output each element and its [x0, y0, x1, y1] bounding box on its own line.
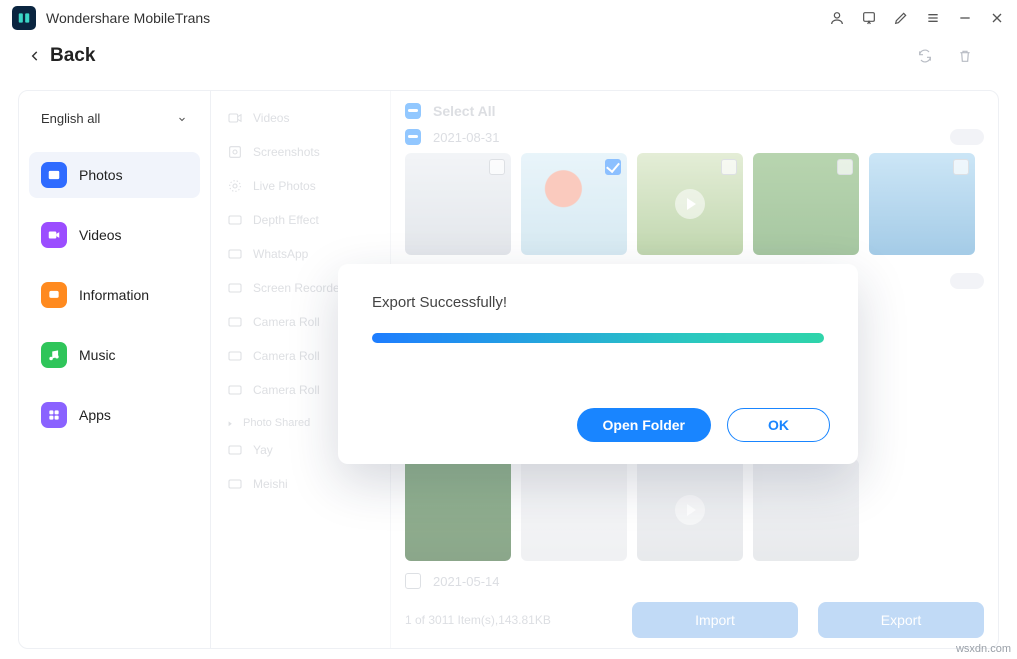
titlebar: Wondershare MobileTrans — [0, 0, 1017, 36]
play-icon — [675, 495, 705, 525]
chevron-down-icon — [176, 113, 188, 125]
photo-thumb[interactable] — [405, 153, 511, 255]
videos-icon — [41, 222, 67, 248]
app-title: Wondershare MobileTrans — [46, 10, 210, 26]
close-icon[interactable] — [989, 10, 1005, 26]
nav-apps[interactable]: Apps — [29, 392, 200, 438]
ok-button[interactable]: OK — [727, 408, 830, 442]
thumb-checkbox[interactable] — [605, 159, 621, 175]
back-chevron-icon[interactable] — [28, 49, 42, 63]
thumb-checkbox[interactable] — [721, 159, 737, 175]
open-folder-button[interactable]: Open Folder — [577, 408, 711, 442]
album-icon — [227, 476, 243, 492]
cat-meishi[interactable]: Meishi — [217, 467, 384, 501]
thumb-checkbox[interactable] — [489, 159, 505, 175]
photo-thumb[interactable] — [753, 459, 859, 561]
nav-label: Music — [79, 347, 116, 363]
count-pill — [950, 129, 984, 145]
photo-thumb[interactable] — [753, 153, 859, 255]
thumb-checkbox[interactable] — [837, 159, 853, 175]
screenrec-icon — [227, 280, 243, 296]
play-icon — [675, 189, 705, 219]
cat-screenshots[interactable]: Screenshots — [217, 135, 384, 169]
nav-label: Videos — [79, 227, 122, 243]
dropdown-label: English all — [41, 111, 100, 126]
thumb-checkbox[interactable] — [953, 159, 969, 175]
left-panel: English all Photos Videos Information Mu… — [19, 91, 211, 648]
back-bar: Back — [0, 36, 1017, 76]
photo-thumb[interactable] — [869, 153, 975, 255]
back-button[interactable]: Back — [50, 45, 95, 67]
nav-information[interactable]: Information — [29, 272, 200, 318]
photo-thumb[interactable] — [637, 153, 743, 255]
photos-icon — [41, 162, 67, 188]
count-pill — [950, 273, 984, 289]
date-label: 2021-08-31 — [433, 130, 500, 145]
date-checkbox[interactable] — [405, 129, 421, 145]
whatsapp-icon — [227, 246, 243, 262]
cameraroll-icon — [227, 348, 243, 364]
progress-bar — [372, 333, 824, 343]
trash-icon[interactable] — [957, 48, 973, 64]
footer-info: 1 of 3011 Item(s),143.81KB — [405, 613, 551, 627]
cat-videos[interactable]: Videos — [217, 101, 384, 135]
edit-icon[interactable] — [893, 10, 909, 26]
nav-label: Photos — [79, 167, 123, 183]
date-checkbox[interactable] — [405, 573, 421, 589]
feedback-icon[interactable] — [861, 10, 877, 26]
nav-photos[interactable]: Photos — [29, 152, 200, 198]
minimize-icon[interactable] — [957, 10, 973, 26]
photo-thumb[interactable] — [521, 153, 627, 255]
video-icon — [227, 110, 243, 126]
modal-title: Export Successfully! — [372, 294, 824, 311]
menu-icon[interactable] — [925, 10, 941, 26]
cameraroll-icon — [227, 314, 243, 330]
watermark: wsxdn.com — [956, 643, 1011, 655]
cat-deptheffect[interactable]: Depth Effect — [217, 203, 384, 237]
nav-label: Apps — [79, 407, 111, 423]
language-dropdown[interactable]: English all — [29, 101, 200, 136]
nav-music[interactable]: Music — [29, 332, 200, 378]
photo-thumb[interactable] — [637, 459, 743, 561]
apps-icon — [41, 402, 67, 428]
select-all-checkbox[interactable] — [405, 103, 421, 119]
export-button[interactable]: Export — [818, 602, 984, 638]
import-button[interactable]: Import — [632, 602, 798, 638]
app-logo — [12, 6, 36, 30]
album-icon — [227, 442, 243, 458]
account-icon[interactable] — [829, 10, 845, 26]
refresh-icon[interactable] — [917, 48, 933, 64]
nav-label: Information — [79, 287, 149, 303]
music-icon — [41, 342, 67, 368]
nav-videos[interactable]: Videos — [29, 212, 200, 258]
titlebar-actions — [829, 10, 1005, 26]
depth-icon — [227, 212, 243, 228]
select-all-label: Select All — [433, 103, 496, 119]
date-label: 2021-05-14 — [433, 574, 500, 589]
livephoto-icon — [227, 178, 243, 194]
photo-thumb[interactable] — [405, 459, 511, 561]
export-success-modal: Export Successfully! Open Folder OK — [338, 264, 858, 464]
cameraroll-icon — [227, 382, 243, 398]
photo-thumb[interactable] — [521, 459, 627, 561]
cat-livephotos[interactable]: Live Photos — [217, 169, 384, 203]
info-icon — [41, 282, 67, 308]
screenshot-icon — [227, 144, 243, 160]
